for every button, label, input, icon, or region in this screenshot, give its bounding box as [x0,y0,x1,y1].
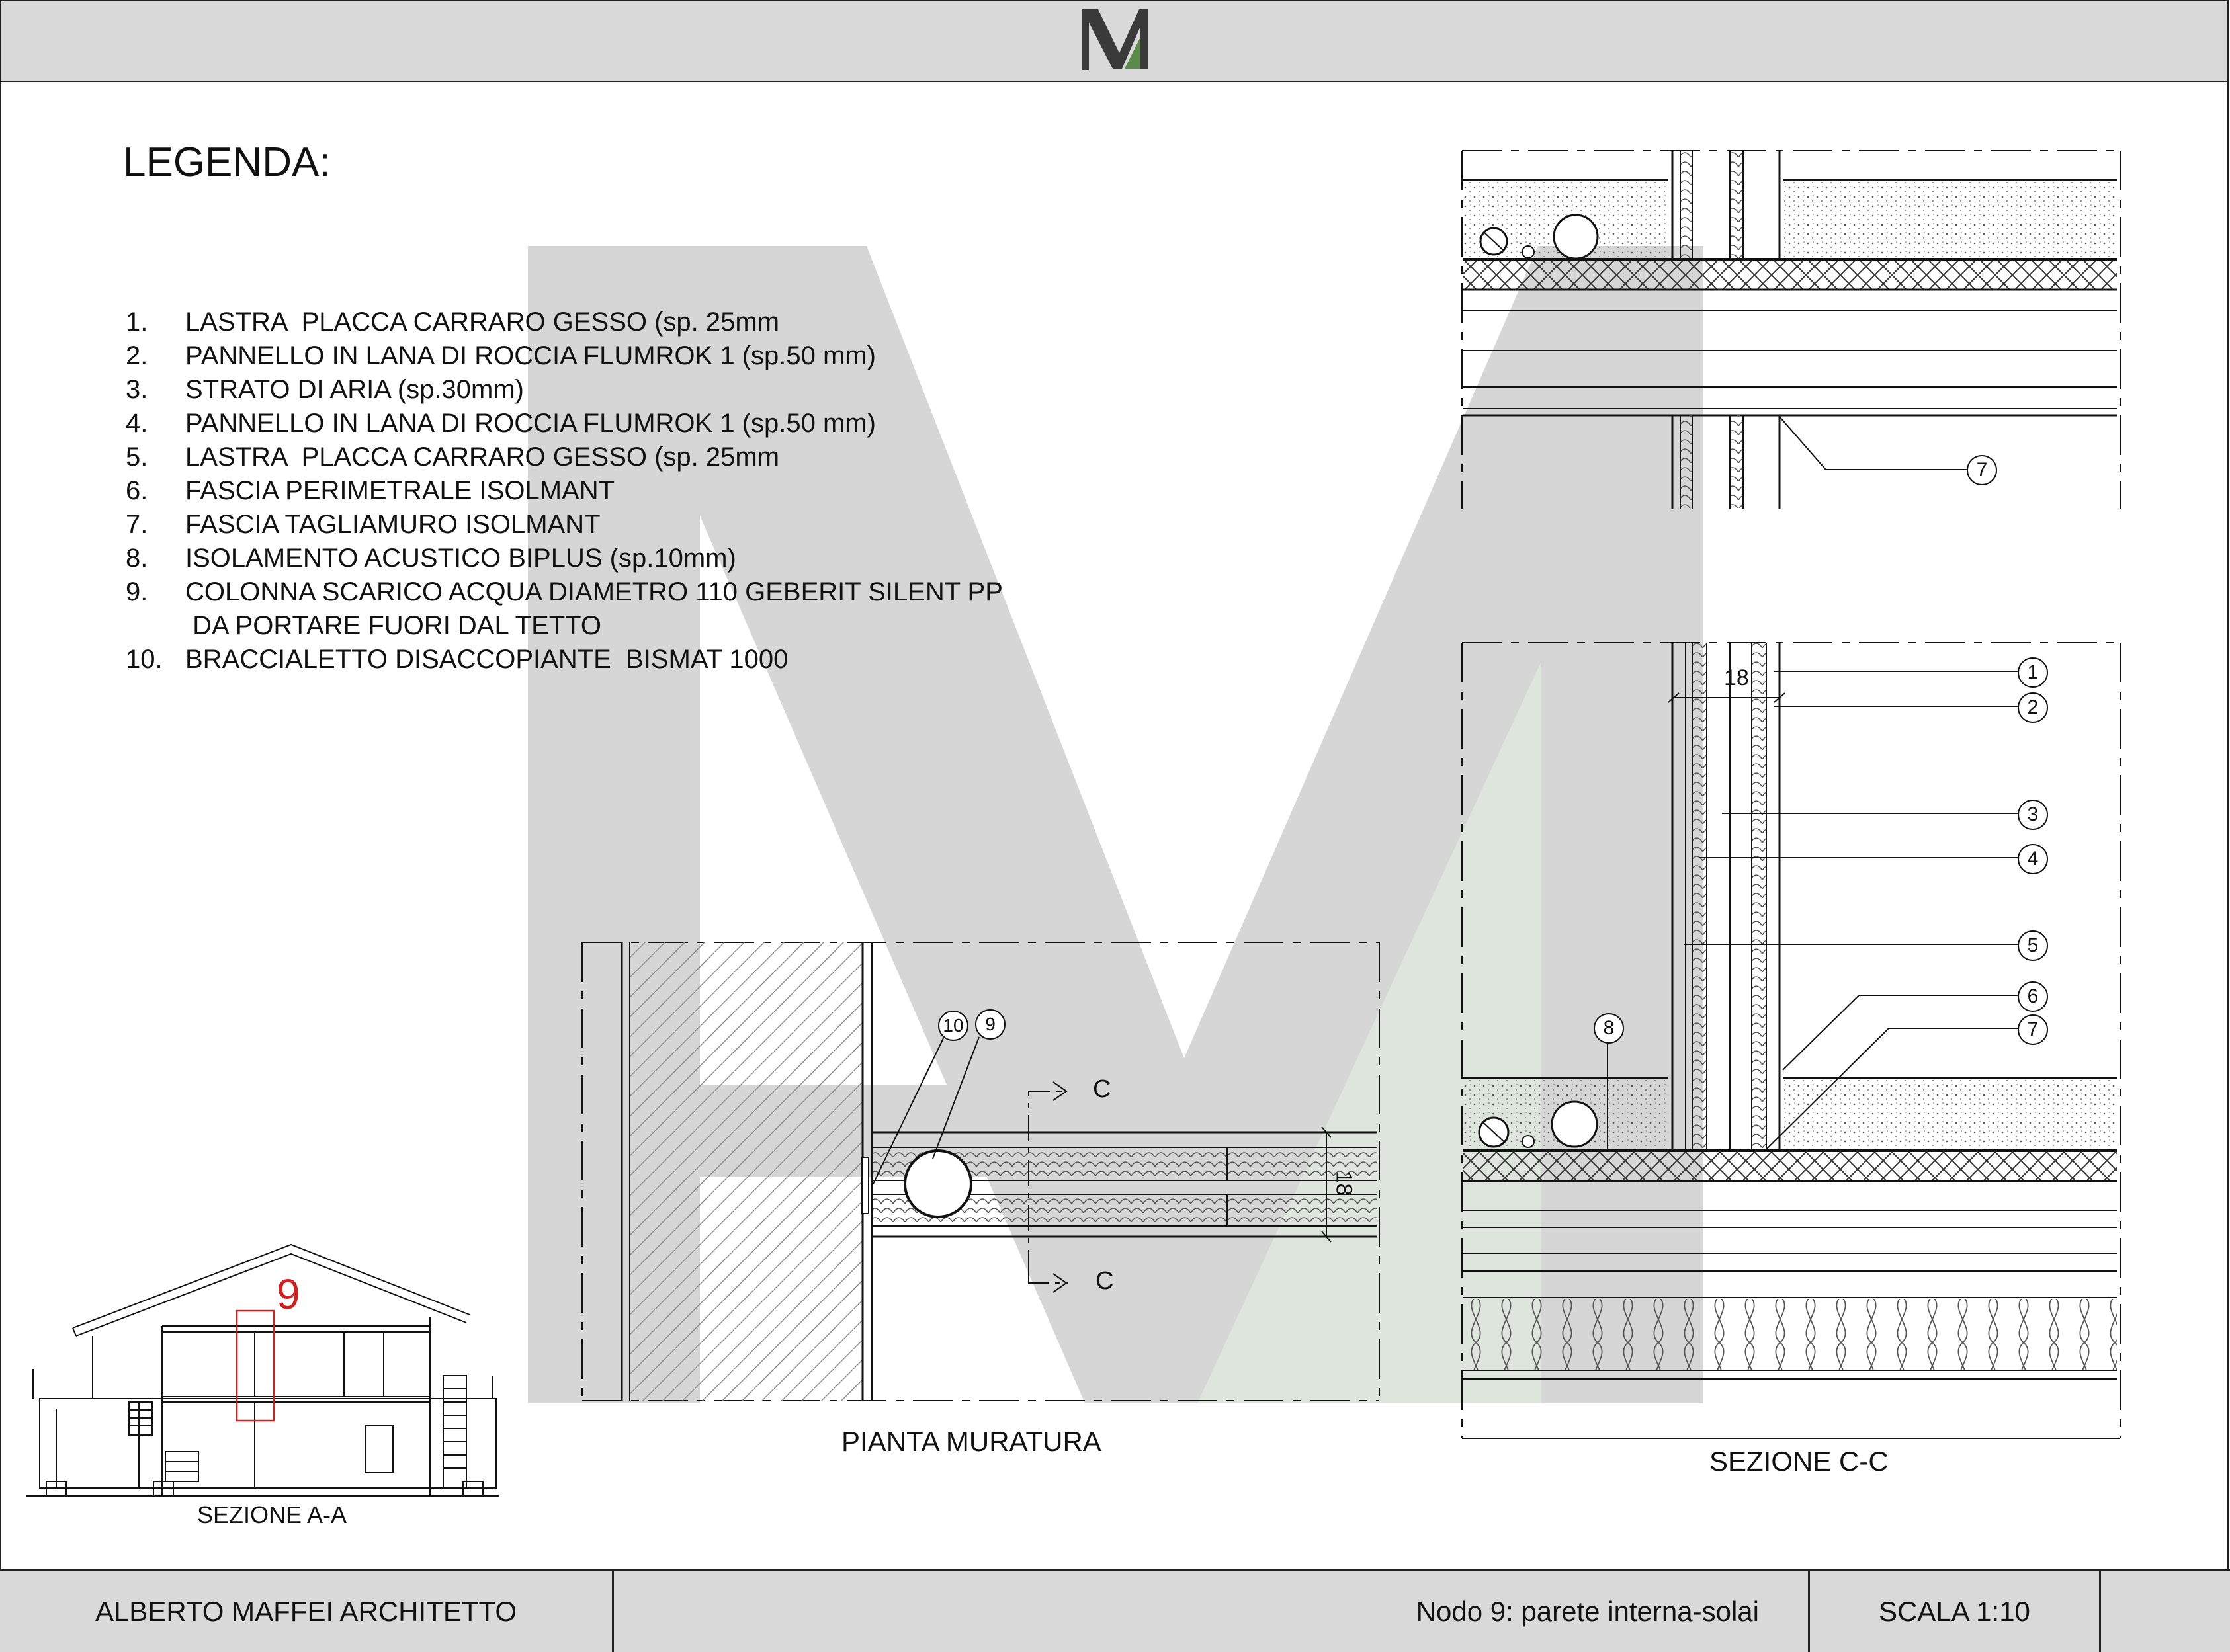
dimension-label: 18 [1724,665,1749,690]
marker-6: 6 [2018,981,2048,1012]
marker-1: 1 [2018,657,2048,688]
legend-item: 10. BRACCIALETTO DISACCOPIANTE BISMAT 100… [126,643,1003,677]
extra-cell [2101,1571,2229,1652]
legend-item: 9. COLONNA SCARICO ACQUA DIAMETRO 110 GEB… [126,575,1003,609]
drawing-title: Nodo 9: parete interna-solai [1416,1596,1759,1627]
marker-label: 7 [2027,1018,2039,1040]
marker-9: 9 [975,1009,1006,1040]
legend-num: 7. [126,510,148,539]
legend-item: 4. PANNELLO IN LANA DI ROCCIA FLUMROK 1 (… [126,407,1003,440]
legend-text: FASCIA TAGLIAMURO ISOLMANT [185,510,601,539]
marker-label: 7 [1976,459,1988,481]
scale-label: SCALA 1:10 [1879,1596,2030,1627]
legend-text: PANNELLO IN LANA DI ROCCIA FLUMROK 1 (sp… [185,409,876,438]
marker-label: 6 [2027,985,2039,1007]
legend-item: 2. PANNELLO IN LANA DI ROCCIA FLUMROK 1 (… [126,339,1003,373]
legend-num: 6. [126,476,148,505]
legend-num: 8. [126,544,148,573]
legend-item: 5. LASTRA PLACCA CARRARO GESSO (sp. 25mm [126,440,1003,474]
legend-item: DA PORTARE FUORI DAL TETTO [126,609,1003,643]
marker-label: 8 [1603,1017,1615,1039]
marker-3: 3 [2018,800,2048,830]
marker-5: 5 [2018,930,2048,961]
section-mark-c-bottom: C [1095,1267,1114,1295]
legend-text: BRACCIALETTO DISACCOPIANTE BISMAT 1000 [185,645,789,674]
drawing-sheet: 7 1 2 3 4 5 6 7 8 18 10 9 C C 18 9 LEGEN… [0,0,2230,1652]
title-cell: Nodo 9: parete interna-solai [614,1571,1810,1652]
legend-item: 8. ISOLAMENTO ACUSTICO BIPLUS (sp.10mm) [126,542,1003,575]
legend-text: DA PORTARE FUORI DAL TETTO [185,611,602,640]
plan-caption: PIANTA MURATURA [841,1426,1101,1457]
legend-item: 3. STRATO DI ARIA (sp.30mm) [126,373,1003,407]
marker-7-upper: 7 [1967,455,1997,485]
legend-num: 3. [126,375,148,404]
section-mark-c-top: C [1093,1075,1111,1103]
legend-num: 2. [126,341,148,370]
marker-7-lower: 7 [2018,1014,2048,1045]
author-cell: ALBERTO MAFFEI ARCHITETTO [0,1571,614,1652]
legend-text: LASTRA PLACCA CARRARO GESSO (sp. 25mm [185,442,780,472]
marker-label: 1 [2027,661,2039,683]
legend-item: 7. FASCIA TAGLIAMURO ISOLMANT [126,508,1003,542]
legend-text: ISOLAMENTO ACUSTICO BIPLUS (sp.10mm) [185,544,736,573]
legend-text: STRATO DI ARIA (sp.30mm) [185,375,524,404]
marker-8: 8 [1594,1013,1624,1044]
legend-title: LEGENDA: [123,140,331,185]
marker-10: 10 [938,1011,968,1041]
legend-item: 6. FASCIA PERIMETRALE ISOLMANT [126,474,1003,508]
legend-num: 4. [126,409,148,438]
legend-num: 5. [126,442,148,472]
header-logo [1082,9,1148,70]
marker-label: 4 [2027,848,2039,870]
marker-4: 4 [2018,844,2048,874]
title-block: ALBERTO MAFFEI ARCHITETTO Nodo 9: parete… [0,1569,2230,1652]
marker-2: 2 [2018,692,2048,723]
legend-text: FASCIA PERIMETRALE ISOLMANT [185,476,615,505]
legend-num: 9. [126,577,148,606]
plan-dimension-label: 18 [1331,1171,1357,1196]
section-aa-caption: SEZIONE A-A [197,1501,347,1528]
legend-num: 10. [126,645,163,674]
legend-num [126,609,185,643]
marker-label: 3 [2027,804,2039,825]
author-name: ALBERTO MAFFEI ARCHITETTO [95,1596,517,1627]
legend-text: LASTRA PLACCA CARRARO GESSO (sp. 25mm [185,308,780,337]
marker-label: 9 [985,1014,996,1034]
scale-cell: SCALA 1:10 [1810,1571,2101,1652]
section-cc-caption: SEZIONE C-C [1709,1446,1889,1477]
marker-label: 10 [943,1015,964,1036]
section-aa-thumbnail [26,1243,499,1497]
drawing-canvas [26,9,2121,1497]
legend-num: 1. [126,308,148,337]
marker-label: 5 [2027,934,2039,956]
marker-label: 2 [2027,696,2039,718]
legend-item: 1. LASTRA PLACCA CARRARO GESSO (sp. 25mm [126,306,1003,339]
legend-text: PANNELLO IN LANA DI ROCCIA FLUMROK 1 (sp… [185,341,876,370]
node-label: 9 [277,1270,300,1318]
legend-text: COLONNA SCARICO ACQUA DIAMETRO 110 GEBER… [185,577,1003,606]
legend-list: 1. LASTRA PLACCA CARRARO GESSO (sp. 25mm … [126,306,1003,677]
